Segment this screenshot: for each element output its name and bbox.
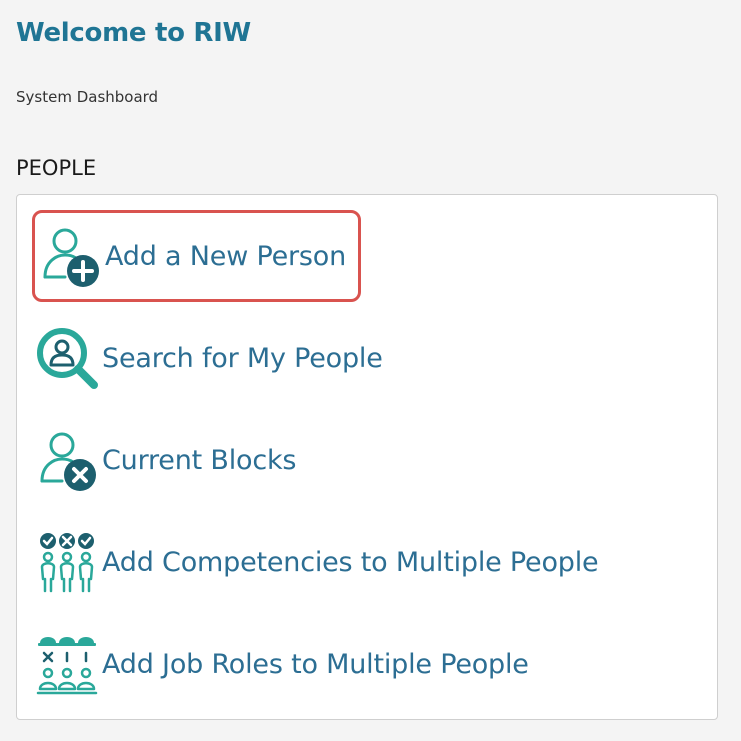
blocked-person-icon xyxy=(32,425,102,495)
people-panel: Add a New Person Search for My People Cu… xyxy=(16,194,718,720)
current-blocks-label: Current Blocks xyxy=(102,444,297,476)
search-people-icon xyxy=(32,323,102,393)
add-competencies-multiple-label: Add Competencies to Multiple People xyxy=(102,546,599,578)
section-title: PEOPLE xyxy=(16,156,97,180)
multi-job-role-icon xyxy=(32,629,102,699)
add-competencies-multiple-link[interactable]: Add Competencies to Multiple People xyxy=(32,517,610,607)
add-job-roles-multiple-label: Add Job Roles to Multiple People xyxy=(102,648,529,680)
page-title: Welcome to RIW xyxy=(16,18,251,48)
multi-competency-icon xyxy=(32,527,102,597)
page-subtitle: System Dashboard xyxy=(16,88,159,106)
add-job-roles-multiple-link[interactable]: Add Job Roles to Multiple People xyxy=(32,619,541,709)
dashboard-page: Welcome to RIW System Dashboard PEOPLE A… xyxy=(0,0,741,741)
add-new-person-link[interactable]: Add a New Person xyxy=(32,210,361,302)
search-my-people-link[interactable]: Search for My People xyxy=(32,313,395,403)
search-my-people-label: Search for My People xyxy=(102,342,383,374)
add-new-person-label: Add a New Person xyxy=(105,240,346,272)
add-person-icon xyxy=(35,221,105,291)
current-blocks-link[interactable]: Current Blocks xyxy=(32,415,308,505)
